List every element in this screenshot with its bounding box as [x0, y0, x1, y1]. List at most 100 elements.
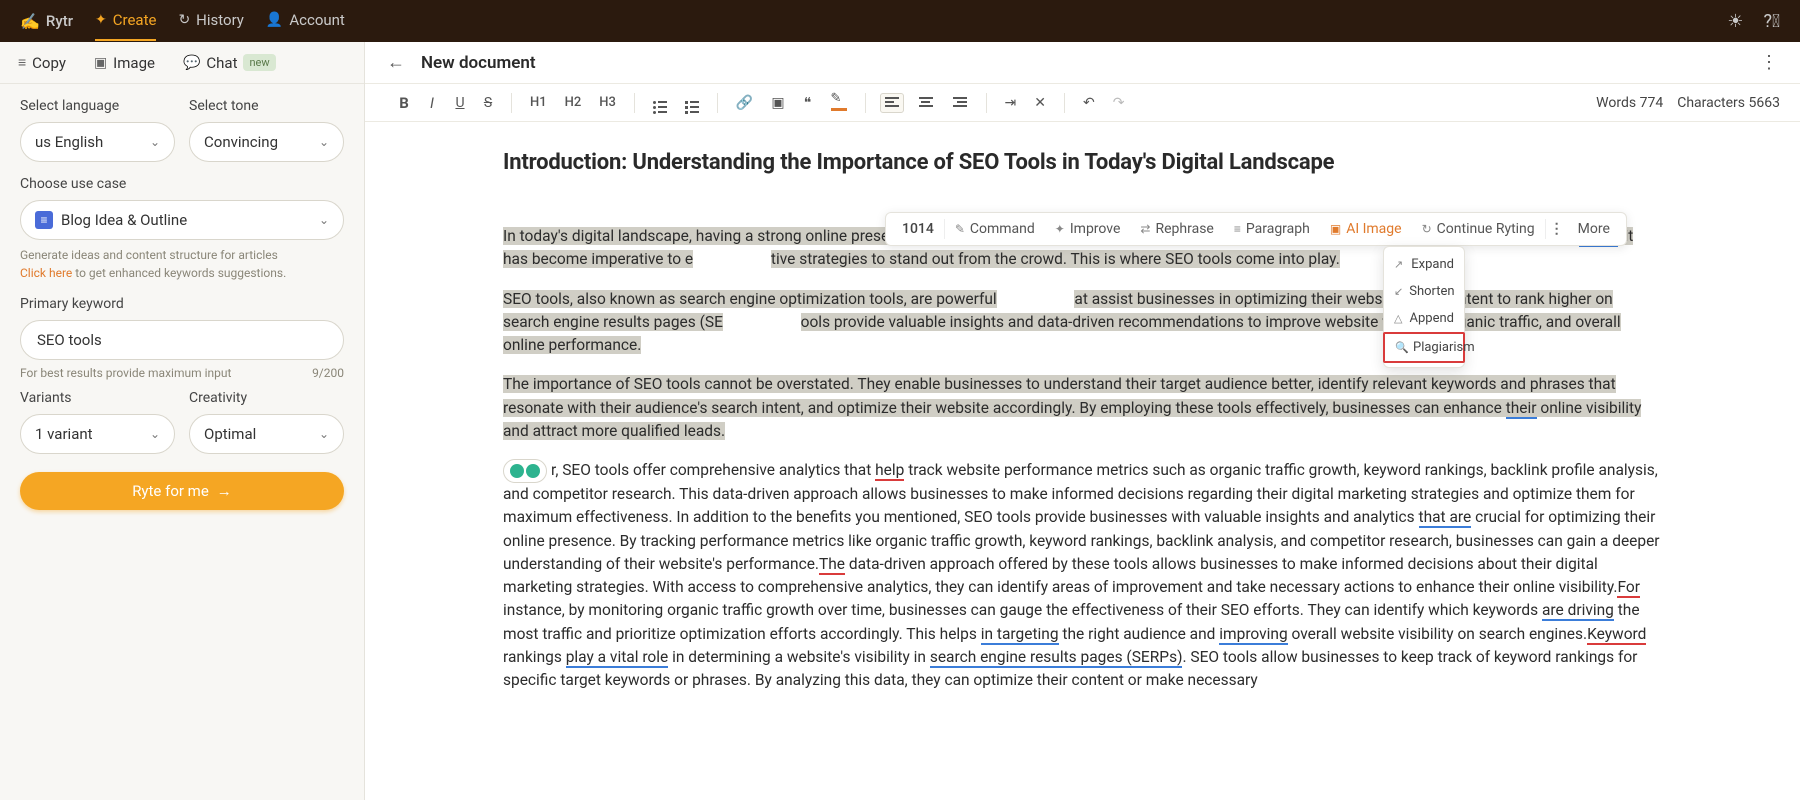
quote-button[interactable]: ❝ — [799, 91, 817, 115]
doc-menu-button[interactable]: ⋮ — [1760, 52, 1778, 73]
wand-icon: ✎ — [955, 222, 965, 236]
plagiarism-option[interactable]: 🔍Plagiarism — [1383, 332, 1465, 363]
more-menu-icon[interactable]: ⋮ — [1546, 221, 1568, 237]
selection-toolbar: 1014 ✎Command ✦Improve ⇄Rephrase ≡Paragr… — [885, 212, 1627, 246]
undo-button[interactable]: ↶ — [1079, 91, 1099, 115]
chevron-down-icon: ⌄ — [319, 427, 329, 441]
usecase-select[interactable]: ≡ Blog Idea & Outline ⌄ — [20, 200, 344, 240]
paragraph-button[interactable]: ≡Paragraph — [1224, 213, 1320, 245]
tone-label: Select tone — [189, 98, 344, 114]
usecase-icon: ≡ — [35, 211, 53, 229]
insert-image-button[interactable]: ▣ — [767, 91, 788, 115]
ai-image-button[interactable]: ▣AI Image — [1320, 213, 1412, 245]
usecase-helper: Generate ideas and content structure for… — [20, 246, 344, 282]
more-dropdown: ↗Expand ↙Shorten △Append 🔍Plagiarism — [1383, 246, 1465, 368]
tab-image[interactable]: ▣ Image — [94, 54, 155, 72]
sparkle-icon: ✦ — [1055, 222, 1065, 236]
expand-option[interactable]: ↗Expand — [1384, 251, 1464, 278]
chevron-down-icon: ⌄ — [150, 135, 160, 149]
sidebar: ≡ Copy ▣ Image 💬 Chat new Select languag… — [0, 42, 365, 800]
h3-button[interactable]: H3 — [595, 91, 620, 114]
rephrase-icon: ⇄ — [1140, 222, 1150, 236]
command-button[interactable]: ✎Command — [945, 213, 1045, 245]
tone-select[interactable]: Convincing ⌄ — [189, 122, 344, 162]
history-icon: ↻ — [178, 12, 190, 28]
topbar-right: ☀ ?⃝ — [1727, 11, 1780, 32]
indent-button[interactable]: ⇥ — [1001, 91, 1021, 115]
arrow-right-icon: → — [217, 482, 232, 500]
h1-button[interactable]: H1 — [526, 91, 551, 114]
suggestion-pill[interactable] — [503, 459, 547, 483]
nav-account[interactable]: 👤 Account — [266, 1, 345, 41]
append-option[interactable]: △Append — [1384, 305, 1464, 332]
usecase-label: Choose use case — [20, 176, 344, 192]
align-left-button[interactable] — [880, 93, 904, 113]
strike-button[interactable]: S — [479, 91, 497, 115]
keyword-input[interactable] — [20, 320, 344, 360]
ryte-button[interactable]: Ryte for me → — [20, 472, 344, 510]
chevron-down-icon: ⌄ — [319, 135, 329, 149]
chevron-down-icon: ⌄ — [150, 427, 160, 441]
link-button[interactable]: 🔗 — [732, 91, 757, 115]
number-list-button[interactable] — [681, 88, 703, 118]
improve-button[interactable]: ✦Improve — [1045, 213, 1131, 245]
keywords-link[interactable]: Click here — [20, 266, 72, 280]
doc-stats: Words 774 Characters 5663 — [1596, 95, 1780, 111]
variants-select[interactable]: 1 variant ⌄ — [20, 414, 175, 454]
paragraph[interactable]: The importance of SEO tools cannot be ov… — [503, 373, 1662, 443]
continue-button[interactable]: ↻Continue Ryting — [1412, 213, 1545, 245]
tab-chat[interactable]: 💬 Chat new — [183, 54, 276, 72]
highlight-button[interactable] — [827, 89, 851, 117]
user-icon: 👤 — [266, 12, 283, 28]
language-label: Select language — [20, 98, 175, 114]
h2-button[interactable]: H2 — [561, 91, 586, 114]
brand[interactable]: ✍ Rytr — [20, 12, 73, 31]
sidebar-tabs: ≡ Copy ▣ Image 💬 Chat new — [0, 42, 364, 84]
topbar: ✍ Rytr ✦ Create ↻ History 👤 Account ☀ ?⃝ — [0, 0, 1800, 42]
italic-button[interactable]: I — [423, 90, 441, 116]
paragraph[interactable]: SEO tools, also known as search engine o… — [503, 288, 1662, 358]
doc-heading[interactable]: Introduction: Understanding the Importan… — [503, 150, 1662, 175]
chevron-down-icon: ⌄ — [319, 213, 329, 227]
new-badge: new — [243, 54, 275, 71]
expand-icon: ↗ — [1394, 258, 1405, 271]
lines-icon: ≡ — [18, 54, 26, 71]
nav-history[interactable]: ↻ History — [178, 1, 243, 41]
doc-title[interactable]: New document — [421, 53, 536, 73]
keyword-counter: 9/200 — [312, 366, 344, 380]
variants-label: Variants — [20, 390, 175, 406]
append-icon: △ — [1394, 312, 1404, 325]
shorten-option[interactable]: ↙Shorten — [1384, 278, 1464, 305]
topbar-nav: ✍ Rytr ✦ Create ↻ History 👤 Account — [20, 1, 345, 41]
keyword-label: Primary keyword — [20, 296, 344, 312]
redo-button[interactable]: ↷ — [1109, 91, 1129, 115]
paragraph-icon: ≡ — [1234, 222, 1241, 236]
selection-count: 1014 — [892, 221, 944, 237]
doc-header: ← New document ⋮ — [365, 42, 1800, 84]
theme-toggle-icon[interactable]: ☀ — [1727, 11, 1743, 32]
sparkle-icon: ✦ — [95, 12, 107, 28]
paragraph[interactable]: r, SEO tools offer comprehensive analyti… — [503, 459, 1662, 692]
underline-button[interactable]: U — [451, 91, 469, 115]
help-icon[interactable]: ?⃝ — [1764, 11, 1781, 32]
nav-create[interactable]: ✦ Create — [95, 1, 156, 41]
rephrase-button[interactable]: ⇄Rephrase — [1130, 213, 1223, 245]
toolbar: B I U S H1 H2 H3 🔗 ▣ ❝ — [365, 84, 1800, 122]
bullet-list-button[interactable] — [649, 88, 671, 118]
tab-copy[interactable]: ≡ Copy — [18, 54, 66, 72]
creativity-label: Creativity — [189, 390, 344, 406]
align-right-button[interactable] — [948, 93, 972, 113]
keyword-helper: For best results provide maximum input — [20, 366, 231, 380]
image-icon: ▣ — [94, 55, 107, 71]
language-select[interactable]: us English ⌄ — [20, 122, 175, 162]
plagiarism-icon: 🔍 — [1395, 341, 1407, 354]
brand-icon: ✍ — [20, 12, 40, 31]
clear-format-button[interactable]: ✕ — [1030, 91, 1050, 115]
more-button[interactable]: More — [1568, 213, 1620, 245]
chat-icon: 💬 — [183, 55, 200, 71]
bold-button[interactable]: B — [395, 90, 413, 116]
shorten-icon: ↙ — [1394, 285, 1403, 298]
creativity-select[interactable]: Optimal ⌄ — [189, 414, 344, 454]
back-button[interactable]: ← — [387, 52, 405, 73]
align-center-button[interactable] — [914, 93, 938, 113]
